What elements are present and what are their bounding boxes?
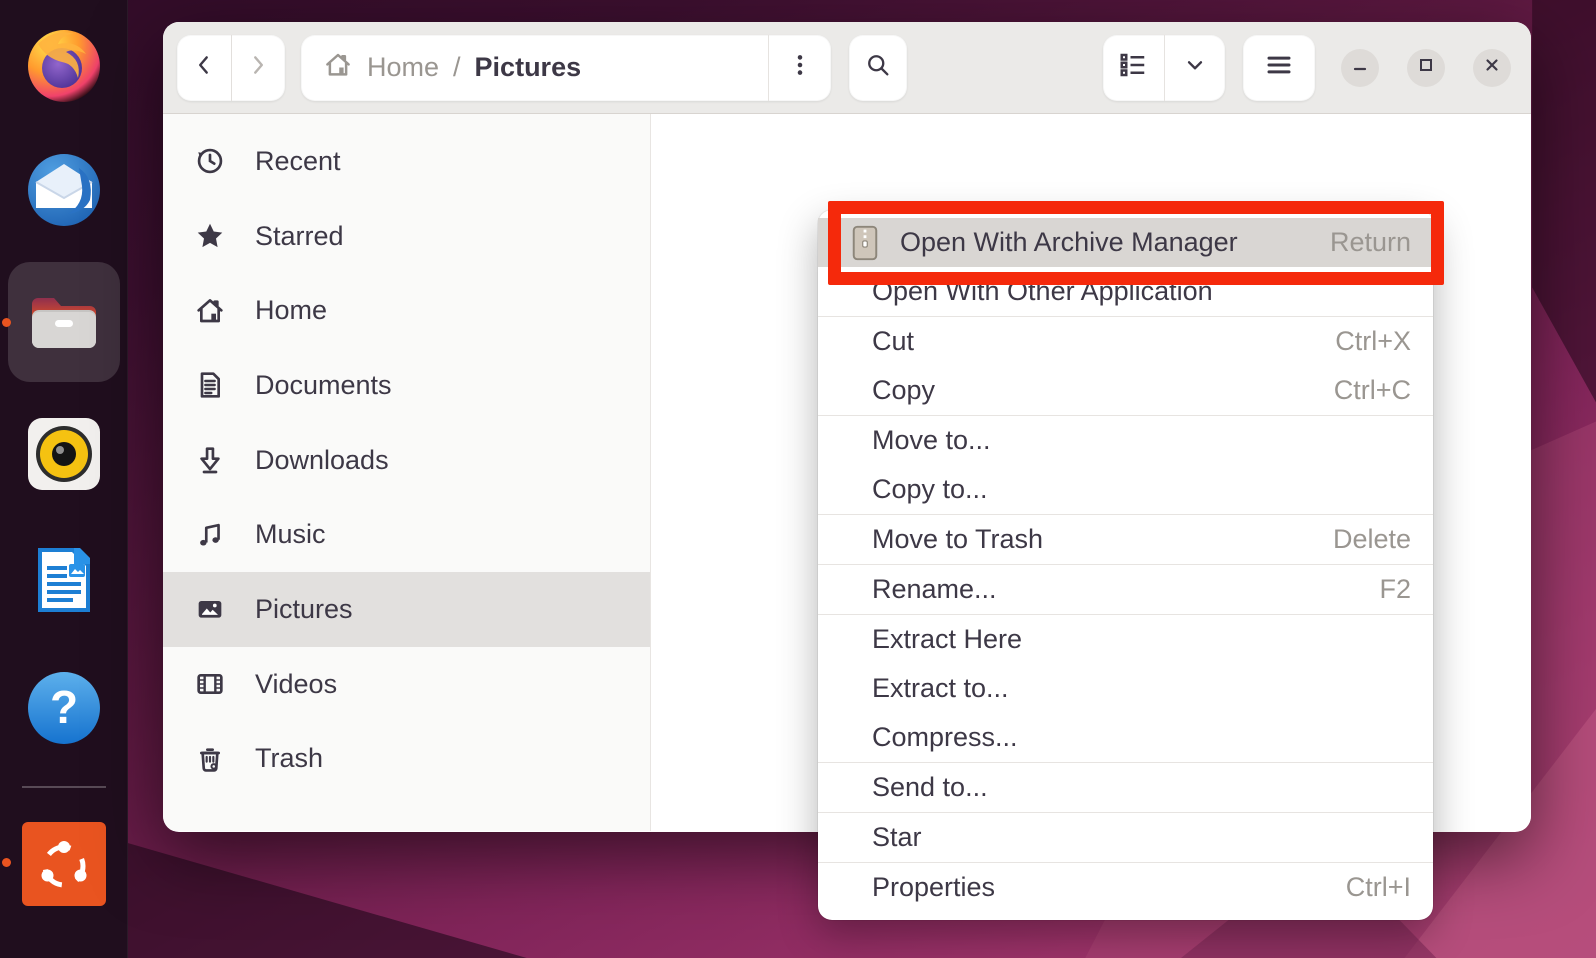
sidebar-item-downloads[interactable]: Downloads [163, 423, 650, 498]
menu-item-copy[interactable]: Copy Ctrl+C [818, 366, 1433, 415]
home-icon [323, 50, 353, 85]
sidebar-item-label: Starred [255, 220, 344, 251]
sidebar-item-documents[interactable]: Documents [163, 348, 650, 423]
chevron-right-icon [245, 52, 271, 83]
dock-item-firefox[interactable] [24, 24, 104, 104]
trash-icon [193, 743, 227, 775]
dock-separator [22, 786, 106, 788]
breadcrumb-separator: / [453, 52, 461, 82]
sidebar-item-videos[interactable]: Videos [163, 647, 650, 722]
path-menu-button[interactable] [769, 35, 831, 101]
dock-item-app-center[interactable] [20, 820, 108, 908]
sidebar-item-starred[interactable]: Starred [163, 199, 650, 274]
chevron-down-icon [1182, 52, 1208, 83]
close-icon [1483, 56, 1501, 79]
music-icon [193, 519, 227, 551]
context-menu: Open With Archive Manager Return Open Wi… [818, 210, 1433, 920]
home-icon [193, 295, 227, 327]
dock-item-libreoffice-writer[interactable] [24, 540, 104, 620]
chevron-left-icon [191, 52, 217, 83]
sidebar-item-trash[interactable]: Trash [163, 722, 650, 797]
svg-text:?: ? [50, 681, 78, 733]
pictures-icon [193, 593, 227, 625]
files-icon [24, 282, 104, 362]
menu-item-send-to[interactable]: Send to... [818, 763, 1433, 812]
recent-icon [193, 145, 227, 177]
menu-item-copy-to[interactable]: Copy to... [818, 465, 1433, 514]
list-view-icon [1118, 50, 1148, 85]
sidebar-item-label: Home [255, 295, 328, 326]
libreoffice-writer-icon [24, 540, 104, 620]
main-menu-button[interactable] [1243, 34, 1315, 101]
menu-item-rename[interactable]: Rename... F2 [818, 565, 1433, 614]
sidebar-item-home[interactable]: Home [163, 273, 650, 348]
sidebar: Recent Starred Home Documents Downloads [163, 114, 651, 831]
search-icon [864, 51, 892, 84]
search-button[interactable] [849, 34, 907, 101]
sidebar-item-recent[interactable]: Recent [163, 124, 650, 199]
sidebar-item-label: Trash [255, 743, 324, 774]
app-center-running-indicator [2, 858, 11, 867]
dock-item-help[interactable]: ? [24, 668, 104, 748]
downloads-icon [193, 444, 227, 476]
close-button[interactable] [1473, 48, 1511, 87]
menu-item-extract-here[interactable]: Extract Here [818, 615, 1433, 664]
view-toggle [1103, 34, 1226, 101]
minimize-button[interactable] [1341, 48, 1379, 87]
sidebar-item-pictures[interactable]: Pictures [163, 572, 650, 647]
window-controls [1341, 48, 1511, 87]
dock-item-files[interactable] [24, 282, 104, 362]
menu-item-star[interactable]: Star [818, 813, 1433, 862]
maximize-icon [1417, 56, 1435, 79]
headerbar: Home / Pictures [163, 22, 1531, 114]
back-button[interactable] [177, 35, 231, 101]
sidebar-item-label: Videos [255, 668, 338, 699]
forward-button[interactable] [232, 35, 286, 101]
sidebar-item-label: Recent [255, 145, 341, 176]
menu-item-properties[interactable]: Properties Ctrl+I [818, 863, 1433, 912]
menu-item-cut[interactable]: Cut Ctrl+X [818, 317, 1433, 366]
sidebar-item-label: Documents [255, 369, 392, 400]
annotation-highlight-box [828, 201, 1444, 285]
maximize-button[interactable] [1407, 48, 1445, 87]
kebab-menu-icon [787, 52, 813, 83]
menu-item-move-to-trash[interactable]: Move to Trash Delete [818, 515, 1433, 564]
sidebar-item-label: Music [255, 519, 326, 550]
thunderbird-icon [24, 150, 104, 230]
path-bar[interactable]: Home / Pictures [301, 34, 831, 101]
starred-icon [193, 220, 227, 252]
sidebar-item-label: Pictures [255, 593, 353, 624]
dock-item-thunderbird[interactable] [24, 150, 104, 230]
menu-item-extract-to[interactable]: Extract to... [818, 664, 1433, 713]
breadcrumb-current[interactable]: Pictures [475, 52, 582, 83]
list-view-button[interactable] [1103, 35, 1164, 101]
files-running-indicator [2, 318, 11, 327]
nav-buttons [177, 34, 286, 101]
help-icon: ? [24, 668, 104, 748]
sidebar-item-music[interactable]: Music [163, 497, 650, 572]
breadcrumb-home[interactable]: Home [367, 52, 439, 83]
ubuntu-app-center-icon [20, 820, 108, 908]
dock-item-rhythmbox[interactable] [24, 414, 104, 494]
firefox-icon [24, 24, 104, 104]
rhythmbox-icon [24, 414, 104, 494]
minimize-icon [1351, 56, 1369, 79]
menu-item-compress[interactable]: Compress... [818, 713, 1433, 762]
hamburger-menu-icon [1264, 50, 1294, 85]
sidebar-item-label: Downloads [255, 444, 389, 475]
dock: ? [0, 0, 128, 958]
documents-icon [193, 369, 227, 401]
menu-item-move-to[interactable]: Move to... [818, 416, 1433, 465]
videos-icon [193, 668, 227, 700]
view-options-button[interactable] [1165, 35, 1226, 101]
